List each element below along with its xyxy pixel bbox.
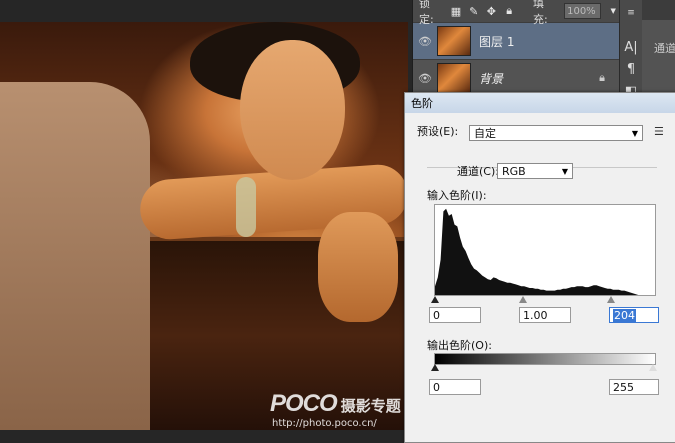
- histogram-shape: [435, 208, 655, 295]
- layer-name: 图层 1: [479, 34, 515, 49]
- layer-row[interactable]: 👁︎ 背景 🔒︎: [413, 59, 619, 96]
- lock-bar: 锁定: ▦ ✎ ✥ 🔒︎ 填充: 100% ▼: [413, 0, 619, 26]
- character-panel-icon[interactable]: A|: [622, 38, 640, 56]
- input-white-field[interactable]: 204: [609, 307, 659, 323]
- input-black-slider[interactable]: [431, 296, 439, 303]
- photo-sleeve: [0, 82, 150, 430]
- layer-thumbnail: [437, 26, 471, 56]
- paragraph-panel-icon[interactable]: ¶: [622, 60, 640, 78]
- dialog-title-bar[interactable]: 色阶: [405, 93, 675, 113]
- layer-name: 背景: [479, 71, 504, 86]
- levels-dialog: 色阶 预设(E): 自定 ▼ ☰ 通道(C): RGB ▼ 输入色阶(I): 0…: [404, 92, 675, 443]
- chevron-down-icon: ▼: [631, 128, 638, 138]
- channels-panel-header: [642, 0, 675, 20]
- input-gamma-field[interactable]: 1.00: [519, 307, 571, 323]
- fill-label: 填充:: [532, 0, 548, 26]
- preset-options-icon[interactable]: ☰: [654, 125, 664, 138]
- document-canvas[interactable]: POCO 摄影专题 http://photo.poco.cn/: [0, 22, 408, 430]
- panel-menu-icon[interactable]: ≡: [622, 4, 640, 22]
- eye-icon[interactable]: 👁︎: [413, 72, 437, 85]
- photo-hand: [318, 212, 398, 322]
- watermark: POCO 摄影专题 http://photo.poco.cn/: [270, 390, 401, 429]
- photo-bangle: [236, 177, 256, 237]
- watermark-title: 摄影专题: [340, 397, 401, 415]
- watermark-url: http://photo.poco.cn/: [272, 418, 377, 429]
- input-levels-label: 输入色阶(I):: [427, 189, 487, 202]
- photo-face: [240, 40, 345, 180]
- dialog-title: 色阶: [411, 97, 433, 110]
- output-white-field[interactable]: 255: [609, 379, 659, 395]
- lock-label: 锁定:: [419, 0, 434, 26]
- output-levels-label: 输出色阶(O):: [427, 339, 492, 352]
- input-gamma-slider[interactable]: [519, 296, 527, 303]
- output-white-slider[interactable]: [649, 364, 657, 371]
- output-black-slider[interactable]: [431, 364, 439, 371]
- channel-value: RGB: [502, 164, 526, 178]
- channel-dropdown[interactable]: RGB ▼: [497, 163, 573, 179]
- output-black-field[interactable]: 0: [429, 379, 481, 395]
- fill-dropdown-icon[interactable]: ▼: [607, 5, 619, 17]
- output-levels-row: 输出色阶(O):: [427, 337, 492, 353]
- lock-all-icon[interactable]: 🔒︎: [503, 4, 515, 17]
- chevron-down-icon: ▼: [561, 166, 568, 176]
- histogram: [434, 204, 656, 296]
- layer-row[interactable]: 👁︎ 图层 1: [413, 22, 619, 59]
- tab-channels[interactable]: 通道: [654, 40, 675, 56]
- output-gradient-bar: [434, 353, 656, 365]
- input-black-field[interactable]: 0: [429, 307, 481, 323]
- eye-icon[interactable]: 👁︎: [413, 35, 437, 48]
- preset-label: 预设(E):: [417, 125, 459, 138]
- fill-field[interactable]: 100%: [564, 3, 602, 19]
- lock-icon: 🔒︎: [599, 71, 605, 84]
- layers-panel: 锁定: ▦ ✎ ✥ 🔒︎ 填充: 100% ▼ 👁︎ 图层 1 👁︎ 背景 🔒︎: [412, 0, 619, 96]
- input-white-slider[interactable]: [607, 296, 615, 303]
- preset-row: 预设(E):: [417, 123, 458, 139]
- preset-value: 自定: [474, 127, 496, 140]
- lock-image-pixels-icon[interactable]: ✎: [468, 5, 480, 18]
- lock-position-icon[interactable]: ✥: [486, 5, 498, 18]
- layer-thumbnail: [437, 63, 471, 93]
- watermark-logo: POCO: [270, 390, 338, 417]
- channel-label: 通道(C):: [457, 165, 499, 178]
- lock-transparent-pixels-icon[interactable]: ▦: [450, 5, 462, 18]
- preset-dropdown[interactable]: 自定 ▼: [469, 125, 643, 141]
- channel-row: 通道(C):: [457, 163, 499, 179]
- input-levels-row: 输入色阶(I):: [427, 187, 487, 203]
